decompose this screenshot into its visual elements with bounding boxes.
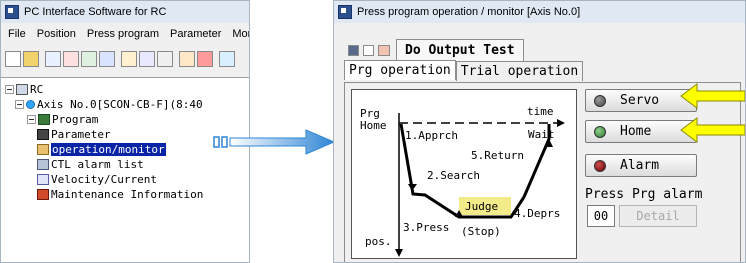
- alarm-list-icon: [37, 159, 49, 170]
- home-callout-arrow: [680, 117, 745, 143]
- new-file-icon[interactable]: [5, 51, 21, 67]
- tree-root[interactable]: RC: [5, 82, 43, 97]
- diagram-wait: Wait: [528, 128, 555, 141]
- diagram-step1: 1.Apprch: [405, 129, 458, 142]
- emergency-stop-icon[interactable]: [197, 51, 213, 67]
- left-title-bar: PC Interface Software for RC: [1, 1, 249, 23]
- axis-status-icon: [26, 100, 35, 109]
- press-program-window: Press program operation / monitor [Axis …: [333, 0, 746, 263]
- detail-button[interactable]: Detail: [619, 205, 697, 227]
- maintenance-icon: [37, 189, 49, 200]
- open-folder-icon[interactable]: [23, 51, 39, 67]
- graph-icon: [37, 174, 49, 185]
- menu-parameter[interactable]: Parameter: [163, 28, 225, 40]
- alarm-button[interactable]: Alarm: [585, 154, 697, 177]
- tree-axis[interactable]: Axis No.0[SCON-CB-F](8:40: [15, 97, 203, 112]
- left-window-title: PC Interface Software for RC: [24, 6, 167, 18]
- tree-item-parameter[interactable]: Parameter: [37, 127, 111, 142]
- do-output-test-button[interactable]: Do Output Test: [396, 39, 524, 61]
- controller-icon: [16, 84, 28, 95]
- home-status-led: [594, 125, 606, 138]
- app-icon: [338, 5, 352, 19]
- menu-file[interactable]: File: [1, 28, 30, 40]
- tree-item-ctl-alarm-list[interactable]: CTL alarm list: [37, 157, 144, 172]
- tab-trial-operation[interactable]: Trial operation: [455, 61, 584, 81]
- diagram-step4: 4.Deprs: [514, 207, 560, 220]
- menu-bar: File Position Press program Parameter Mo…: [1, 25, 249, 43]
- diagram-time: time: [527, 105, 554, 118]
- expand-icon[interactable]: [27, 115, 36, 124]
- monitor-icon: [37, 144, 49, 155]
- graph-icon[interactable]: [157, 51, 173, 67]
- alarm-status-led: [594, 159, 606, 172]
- document-icon[interactable]: [363, 44, 374, 56]
- diagram-pos: pos.: [365, 235, 392, 248]
- program-icon: [38, 114, 50, 125]
- diagram-step5: 5.Return: [471, 149, 524, 162]
- program-icon[interactable]: [63, 51, 79, 67]
- edit-position-icon[interactable]: [45, 51, 61, 67]
- diagram-judge: Judge: [465, 200, 498, 213]
- diagram-step2: 2.Search: [427, 169, 480, 182]
- grid-icon[interactable]: [139, 51, 155, 67]
- menu-position[interactable]: Position: [30, 28, 80, 40]
- collapse-icon[interactable]: [15, 100, 24, 109]
- app-icon: [5, 5, 19, 19]
- home-icon[interactable]: [179, 51, 195, 67]
- diagram-stop: (Stop): [461, 225, 501, 238]
- tab-strip: Prg operation Trial operation: [344, 60, 584, 81]
- alarm-code-field: 00: [587, 205, 615, 227]
- connect-icon[interactable]: [219, 51, 235, 67]
- axis-tree: RC Axis No.0[SCON-CB-F](8:40 Program Par…: [1, 77, 249, 262]
- servo-callout-arrow: [680, 83, 745, 109]
- home-icon[interactable]: [378, 44, 390, 56]
- parameter-icon[interactable]: [81, 51, 97, 67]
- tree-item-operation-monitor[interactable]: operation/monitor: [37, 142, 166, 157]
- right-window-title: Press program operation / monitor [Axis …: [357, 6, 581, 18]
- menu-monitor[interactable]: Monito: [225, 28, 249, 40]
- left-toolbar: [5, 47, 249, 71]
- menu-press-program[interactable]: Press program: [80, 28, 163, 40]
- monitor-icon[interactable]: [99, 51, 115, 67]
- pointer-arrow: [213, 129, 336, 155]
- tree-item-maintenance[interactable]: Maintenance Information: [37, 187, 203, 202]
- diagram-step3: 3.Press: [403, 221, 449, 234]
- grid-icon[interactable]: [348, 44, 359, 56]
- servo-status-led: [594, 94, 606, 107]
- right-toolbar: Do Output Test: [348, 39, 524, 61]
- tree-item-program[interactable]: Program: [27, 112, 98, 127]
- alarm-list-icon[interactable]: [121, 51, 137, 67]
- tree-item-velocity-current[interactable]: Velocity/Current: [37, 172, 157, 187]
- right-title-bar: Press program operation / monitor [Axis …: [334, 1, 745, 23]
- press-prg-alarm-label: Press Prg alarm: [585, 187, 703, 202]
- tab-prg-operation[interactable]: Prg operation: [344, 60, 456, 80]
- diagram-home: Home: [360, 119, 387, 132]
- collapse-icon[interactable]: [5, 85, 14, 94]
- parameter-icon: [37, 129, 49, 140]
- press-sequence-diagram: Prg Home time Wait 1.Apprch 5.Return 2.S…: [351, 89, 577, 259]
